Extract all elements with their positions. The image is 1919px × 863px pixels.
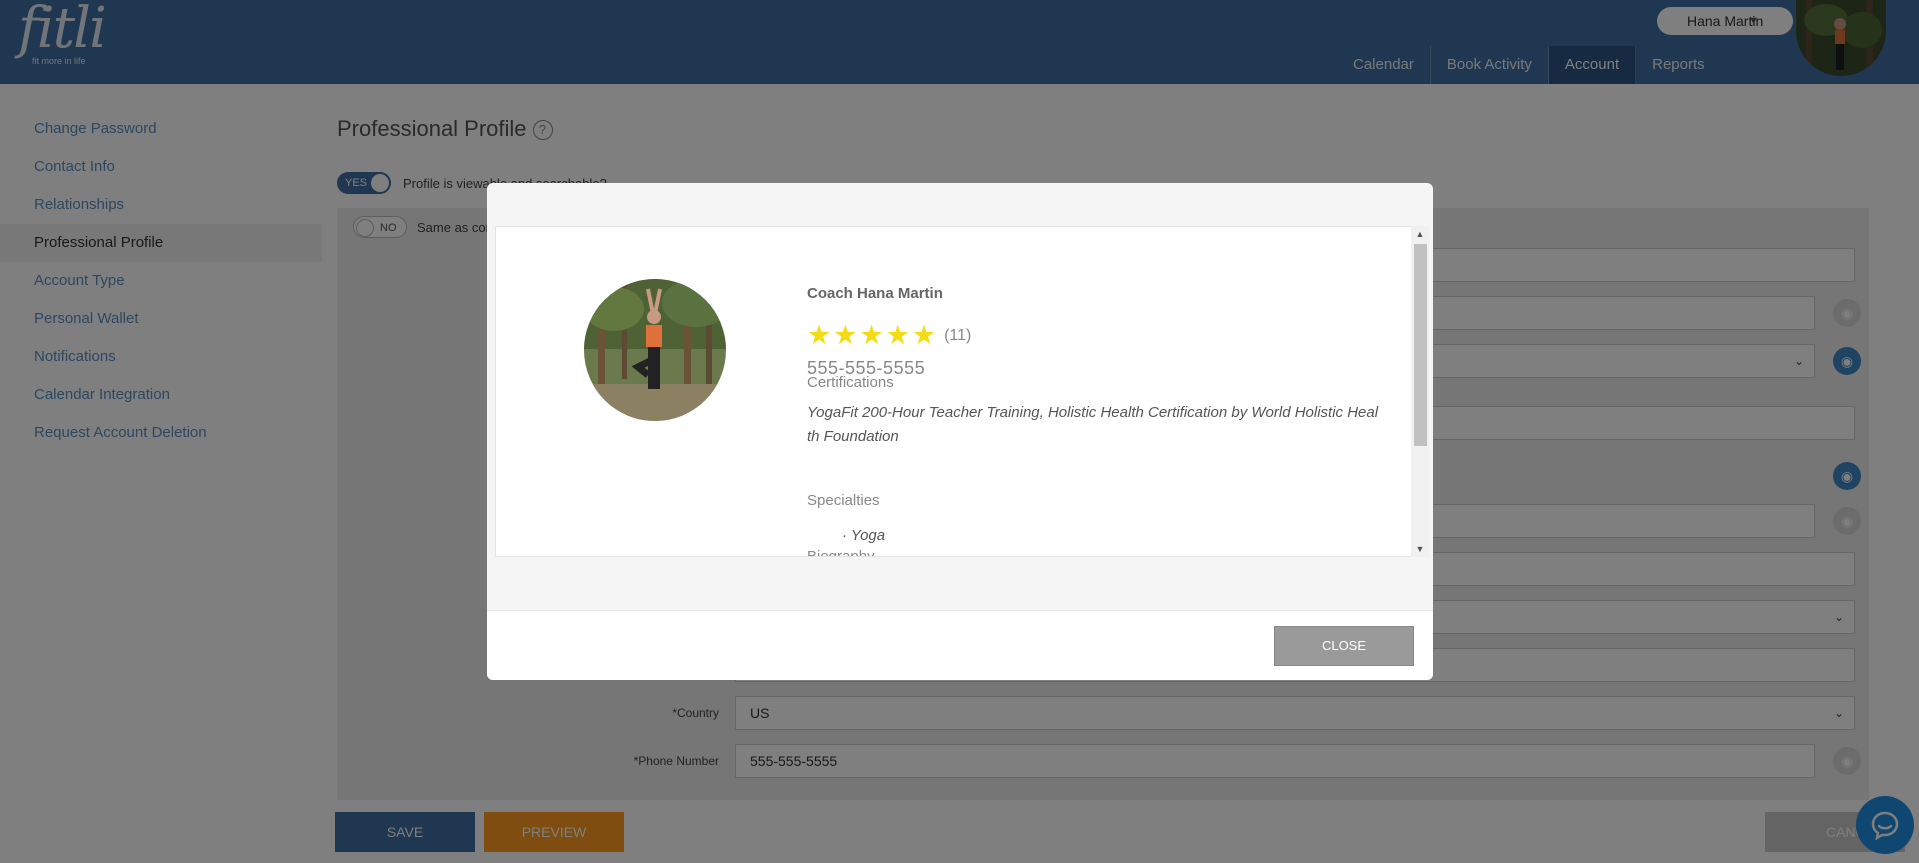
close-button[interactable]: CLOSE xyxy=(1274,626,1414,666)
star-icon: ★ xyxy=(911,320,937,350)
specialty-item: · Yoga xyxy=(842,527,886,544)
star-icon: ★ xyxy=(807,320,832,350)
profile-preview-content: Coach Hana Martin ★ ★ ★ ★ ★ (11) 555-555… xyxy=(495,226,1417,557)
content-scrollbar[interactable]: ▲ ▼ xyxy=(1411,226,1429,557)
star-icon: ★ xyxy=(833,320,858,350)
profile-preview-modal: Coach Hana Martin ★ ★ ★ ★ ★ (11) 555-555… xyxy=(487,183,1433,680)
scroll-down-arrow-icon[interactable]: ▼ xyxy=(1411,541,1429,557)
star-icon: ★ xyxy=(885,320,910,350)
rating-count: (11) xyxy=(944,326,972,344)
certifications-text: YogaFit 200-Hour Teacher Training, Holis… xyxy=(807,404,1379,445)
specialties-heading: Specialties xyxy=(807,492,880,509)
certifications-heading: Certifications xyxy=(807,374,894,391)
star-icon: ★ xyxy=(859,320,884,350)
scroll-up-arrow-icon[interactable]: ▲ xyxy=(1411,226,1429,242)
scroll-thumb[interactable] xyxy=(1414,244,1427,446)
coach-profile-photo xyxy=(584,279,726,421)
biography-heading: Biography xyxy=(807,548,875,557)
coach-name: Coach Hana Martin xyxy=(807,285,943,302)
rating-stars: ★ ★ ★ ★ ★ (11) xyxy=(807,322,971,349)
